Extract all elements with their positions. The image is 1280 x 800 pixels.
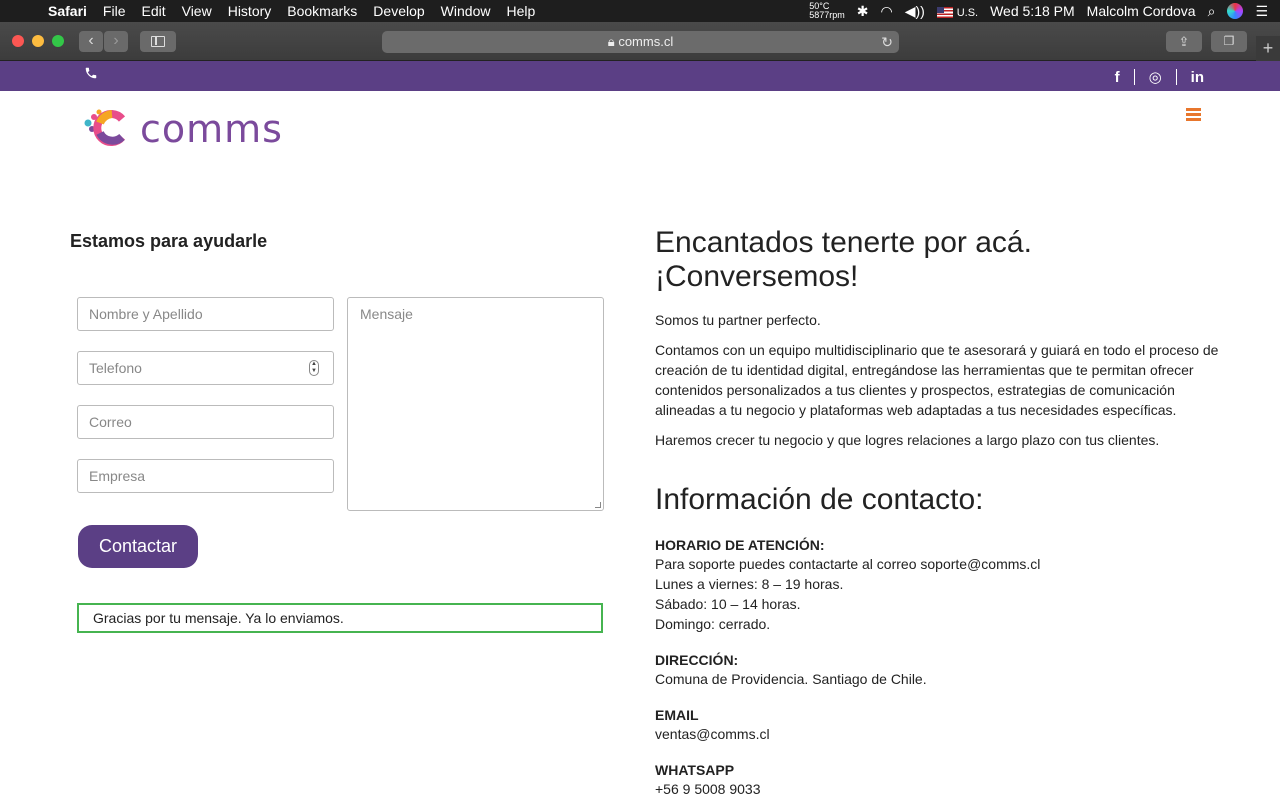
macos-menubar: Safari File Edit View History Bookmarks … [0,0,1280,22]
hours-line: Domingo: cerrado. [655,616,771,632]
name-field[interactable]: Nombre y Apellido [77,297,334,331]
fan-rpm-value: 5877rpm [809,10,845,20]
sidebar-toggle-button[interactable] [140,31,176,52]
number-stepper-icon[interactable]: ▲ ▼ [309,360,319,376]
temperature-widget[interactable]: 50°C 5877rpm [809,2,845,20]
share-button[interactable]: ⇪ [1166,31,1202,52]
logo-wordmark: comms [140,107,283,151]
close-window-button[interactable] [12,35,24,47]
menu-window[interactable]: Window [433,0,499,22]
headline-line-1: Encantados tenerte por acá. [655,226,1032,259]
resize-handle-icon[interactable] [595,502,601,508]
menu-help[interactable]: Help [498,0,543,22]
volume-icon[interactable]: ◀)) [905,3,925,20]
social-links: f ◎ in [1115,68,1204,87]
headline-line-2: ¡Conversemos! [655,260,859,293]
menu-view[interactable]: View [174,0,220,22]
whatsapp-heading: WHATSAPP [655,762,735,778]
us-flag-icon [936,6,953,18]
intro-paragraph-1: Somos tu partner perfecto. [655,312,821,328]
menu-history[interactable]: History [220,0,280,22]
siri-icon[interactable] [1227,3,1244,19]
phone-field-placeholder: Telefono [89,360,142,376]
forward-button[interactable]: › [104,31,128,52]
address-block: DIRECCIÓN: Comuna de Providencia. Santia… [655,652,1225,689]
menu-app-safari[interactable]: Safari [40,0,95,22]
divider [1133,69,1135,85]
site-topbar: f ◎ in [0,61,1280,91]
notification-center-icon[interactable]: ☰ [1255,3,1268,20]
minimize-window-button[interactable] [32,35,44,47]
lock-icon: 🔒︎ [607,34,615,49]
whatsapp-number: +56 9 5008 9033 [655,781,761,797]
message-textarea[interactable]: Mensaje [347,297,604,511]
hours-line: Sábado: 10 – 14 horas. [655,596,801,612]
user-name[interactable]: Malcolm Cordova [1087,3,1196,19]
bluetooth-icon[interactable]: ✱ [857,3,869,20]
logo-mark-icon [84,109,126,146]
contact-info-title: Información de contacto: [655,483,984,516]
company-field[interactable]: Empresa [77,459,334,493]
reload-icon[interactable]: ↻ [881,31,893,53]
site-logo[interactable]: comms [82,105,312,151]
show-tabs-button[interactable]: ❐ [1211,31,1247,52]
submit-button[interactable]: Contactar [78,525,198,568]
new-tab-button[interactable]: + [1256,36,1280,61]
address-heading: DIRECCIÓN: [655,652,739,668]
url-text: comms.cl [618,34,674,49]
linkedin-icon[interactable]: in [1191,69,1204,86]
input-source[interactable]: U.S. [936,3,979,19]
instagram-icon[interactable]: ◎ [1149,68,1162,86]
intro-paragraph-2: Contamos con un equipo multidisciplinari… [655,342,1219,418]
wifi-icon[interactable]: ◠ [880,3,892,20]
menu-edit[interactable]: Edit [133,0,173,22]
phone-field[interactable]: Telefono ▲ ▼ [77,351,334,385]
sidebar-icon [151,36,165,47]
menu-develop[interactable]: Develop [365,0,432,22]
back-button[interactable]: ‹ [79,31,103,52]
clock[interactable]: Wed 5:18 PM [990,3,1075,19]
whatsapp-block: WHATSAPP +56 9 5008 9033 [655,762,1225,799]
email-text: ventas@comms.cl [655,726,770,742]
browser-toolbar: ‹ › 🔒︎ comms.cl ↻ ⇪ ❐ [0,22,1280,61]
page-headline: Encantados tenerte por acá. ¡Conversemos… [655,226,1215,294]
address-bar[interactable]: 🔒︎ comms.cl ↻ [382,31,899,53]
phone-icon[interactable] [84,66,98,80]
spotlight-search-icon[interactable]: ⌕ [1208,3,1216,20]
menu-bookmarks[interactable]: Bookmarks [279,0,365,22]
intro-paragraph-3: Haremos crecer tu negocio y que logres r… [655,432,1160,448]
message-placeholder: Mensaje [360,306,413,322]
hours-block: HORARIO DE ATENCIÓN: Para soporte puedes… [655,537,1225,634]
hours-line: Lunes a viernes: 8 – 19 horas. [655,576,844,592]
address-text: Comuna de Providencia. Santiago de Chile… [655,671,927,687]
success-message: Gracias por tu mensaje. Ya lo enviamos. [77,603,603,633]
hours-line: Para soporte puedes contactarte al corre… [655,556,1041,572]
facebook-icon[interactable]: f [1115,69,1120,86]
zoom-window-button[interactable] [52,35,64,47]
hamburger-menu-icon[interactable] [1186,108,1201,121]
hours-heading: HORARIO DE ATENCIÓN: [655,537,825,553]
menu-file[interactable]: File [95,0,134,22]
email-heading: EMAIL [655,707,699,723]
email-block: EMAIL ventas@comms.cl [655,707,1225,744]
input-source-label: U.S. [956,7,979,19]
divider [1175,69,1177,85]
form-title: Estamos para ayudarle [70,231,268,251]
email-field[interactable]: Correo [77,405,334,439]
